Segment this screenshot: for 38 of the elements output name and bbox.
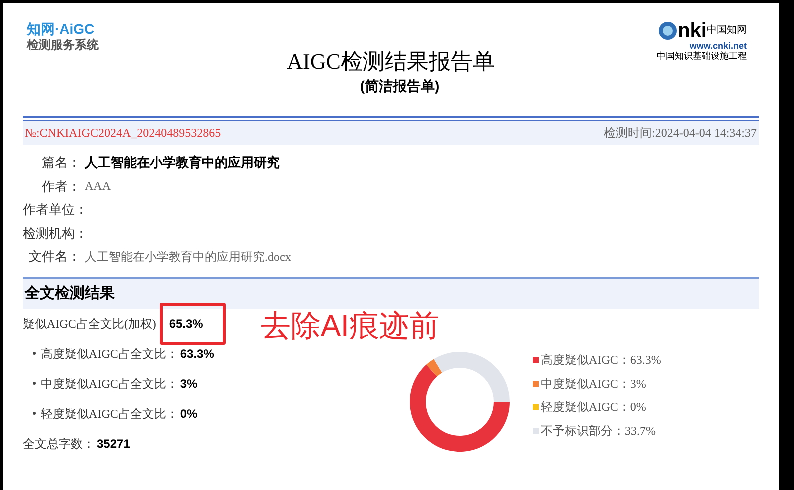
- field-label: 检测机构：: [23, 224, 81, 242]
- globe-icon: [658, 21, 678, 41]
- result-label: 全文总字数：: [23, 436, 95, 452]
- field-label: 篇名：: [41, 154, 81, 172]
- legend-label: 中度疑似AIGC：3%: [541, 376, 646, 393]
- check-time: 检测时间:2024-04-04 14:34:37: [604, 125, 757, 142]
- field-value: 人工智能在小学教育中的应用研究.docx: [85, 248, 292, 266]
- report-number: №:CNKIAIGC2024A_20240489532865: [25, 125, 222, 142]
- bullet-icon: [33, 352, 36, 355]
- logo-brand-text: 知网·AiGC: [27, 21, 96, 37]
- field-label: 作者：: [41, 178, 81, 196]
- result-label: 疑似AIGC占全文比(加权): [23, 316, 156, 332]
- result-value: 3%: [180, 376, 198, 392]
- field-label: 作者单位：: [23, 201, 81, 219]
- legend-label: 不予标识部分：33.7%: [541, 422, 656, 440]
- logo-slogan-text: 中国知识基础设施工程: [657, 51, 747, 62]
- result-label: 高度疑似AIGC占全文比：: [41, 346, 178, 362]
- annotation-text: 去除AI痕迹前: [261, 309, 440, 345]
- result-value: 0%: [180, 406, 198, 422]
- result-label: 中度疑似AIGC占全文比：: [41, 376, 178, 392]
- field-value: 人工智能在小学教育中的应用研究: [85, 154, 280, 172]
- bullet-icon: [33, 382, 36, 385]
- result-value: 65.3%: [169, 316, 204, 330]
- result-value: 35271: [97, 436, 130, 452]
- bullet-icon: [33, 412, 36, 415]
- field-label: 文件名：: [28, 248, 81, 266]
- logo-letters: nki: [678, 21, 707, 41]
- logo-url-text: www.cnki.net: [690, 41, 747, 51]
- result-label: 轻度疑似AIGC占全文比：: [41, 406, 178, 422]
- legend-label: 高度疑似AIGC：63.3%: [541, 352, 662, 370]
- report-title: AIGC检测结果报告单: [287, 48, 495, 76]
- logo-name-text: 中国知网: [707, 25, 747, 37]
- result-value: 63.3%: [180, 346, 214, 362]
- logo-system-text: 检测服务系统: [27, 37, 99, 53]
- section-title: 全文检测结果: [25, 284, 115, 302]
- field-value: AAA: [85, 178, 111, 196]
- legend-label: 轻度疑似AIGC：0%: [541, 399, 646, 416]
- report-subtitle: (简洁报告单): [360, 77, 440, 96]
